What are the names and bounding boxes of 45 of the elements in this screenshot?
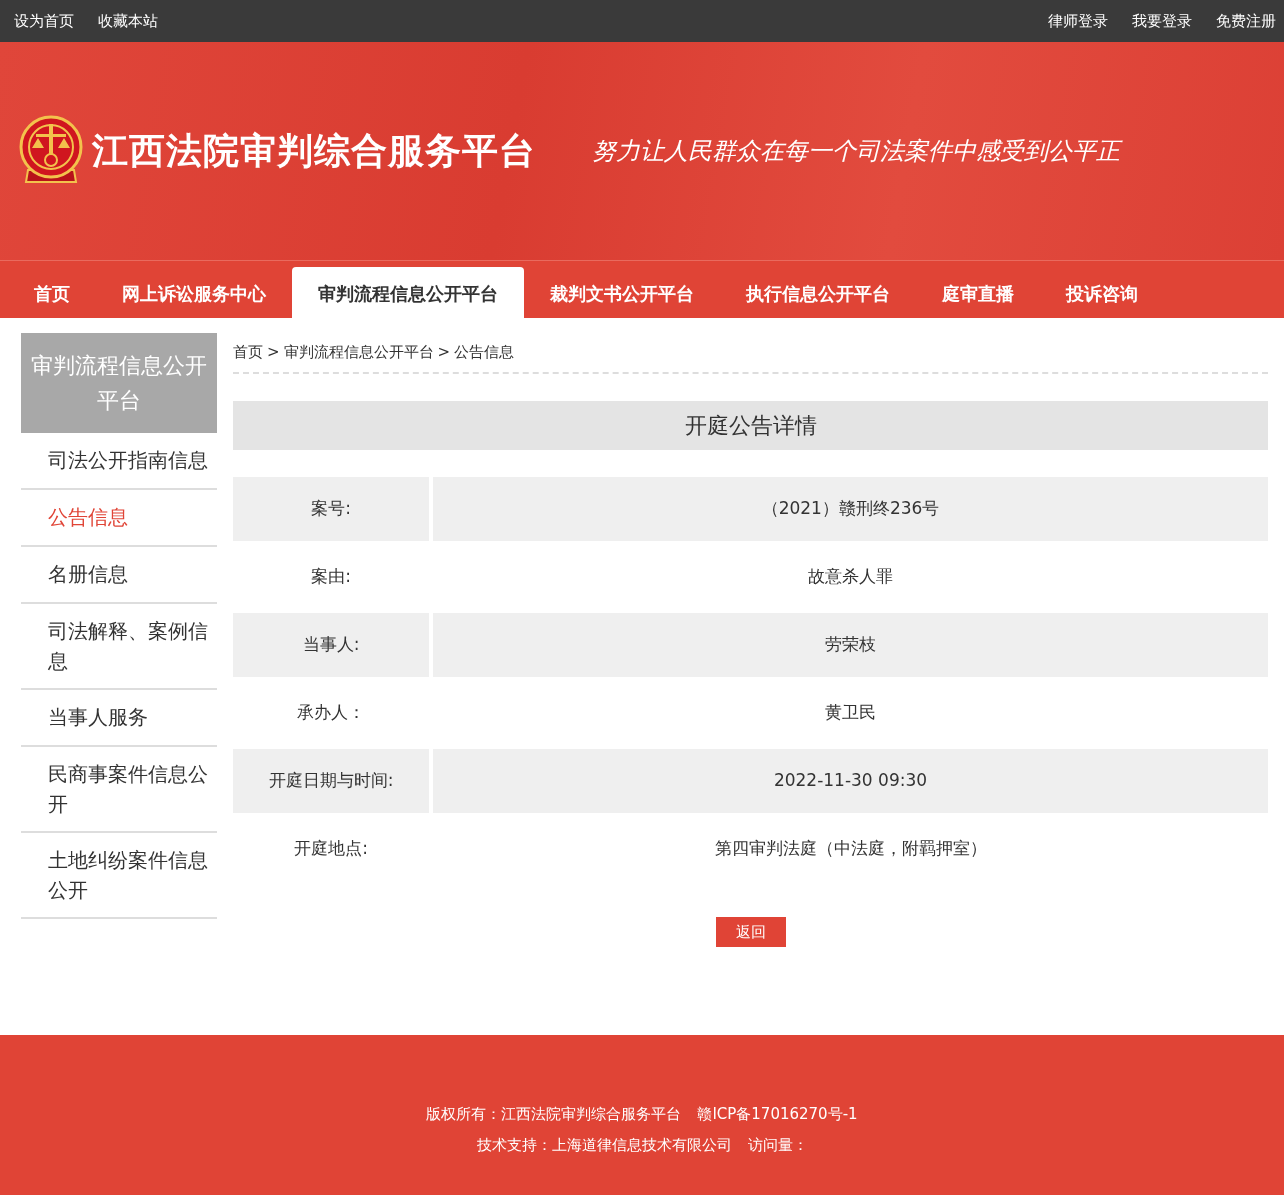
nav-tab[interactable]: 庭审直播 [916, 267, 1040, 319]
top-link[interactable]: 我要登录 [1132, 9, 1192, 33]
field-value: 劳荣枝 [433, 612, 1268, 677]
field-label: 当事人: [233, 612, 429, 677]
field-value: 黄卫民 [824, 700, 877, 724]
top-link[interactable]: 收藏本站 [98, 9, 158, 33]
footer-text: 赣ICP备17016270号-1 [697, 1104, 858, 1125]
footer-text: 版权所有：江西法院审判综合服务平台 [426, 1104, 682, 1125]
field-label: 案号: [233, 476, 429, 541]
field-label: 开庭地点: [293, 836, 369, 860]
breadcrumb-link[interactable]: 首页 [233, 341, 263, 364]
top-link[interactable]: 免费注册 [1216, 9, 1276, 33]
field-label: 案由: [310, 564, 352, 588]
site-title: 江西法院审判综合服务平台 [92, 129, 536, 173]
field-label: 承办人： [296, 700, 366, 724]
breadcrumb-link[interactable]: 审判流程信息公开平台 [283, 341, 434, 364]
footer-text: 访问量： [747, 1134, 808, 1156]
slogan-text: 努力让人民群众在每一个司法案件中感受到公平正 [592, 133, 1284, 169]
sidebar-title: 审判流程信息公开平台 [21, 333, 217, 434]
nav-tab[interactable]: 裁判文书公开平台 [524, 267, 720, 319]
field-value: 2022-11-30 09:30 [433, 748, 1268, 813]
breadcrumb-separator: > [267, 342, 280, 363]
nav-tab[interactable]: 投诉咨询 [1040, 267, 1164, 319]
sidebar-item[interactable]: 司法解释、案例信息 [21, 604, 217, 691]
top-link[interactable]: 律师登录 [1048, 9, 1108, 33]
sidebar-item[interactable]: 当事人服务 [21, 690, 217, 748]
sidebar-item[interactable]: 司法公开指南信息 [21, 433, 217, 491]
back-button[interactable]: 返回 [715, 916, 786, 947]
detail-title: 开庭公告详情 [233, 400, 1268, 450]
sidebar-item[interactable]: 名册信息 [21, 547, 217, 605]
field-value: 第四审判法庭（中法庭，附羁押室） [713, 836, 988, 860]
field-value: （2021）赣刑终236号 [433, 476, 1268, 541]
nav-tab[interactable]: 网上诉讼服务中心 [96, 267, 292, 319]
sidebar-item[interactable]: 民商事案件信息公开 [21, 747, 217, 834]
top-link[interactable]: 设为首页 [14, 9, 74, 33]
footer-text: 技术支持：上海道律信息技术有限公司 [476, 1134, 732, 1156]
breadcrumb-link[interactable]: 公告信息 [454, 341, 515, 364]
sidebar-item[interactable]: 土地纠纷案件信息公开 [21, 833, 217, 920]
field-label: 开庭日期与时间: [233, 748, 429, 813]
nav-tab[interactable]: 审判流程信息公开平台 [292, 267, 524, 319]
sidebar-item[interactable]: 公告信息 [21, 490, 217, 548]
nav-tab[interactable]: 首页 [8, 267, 96, 319]
nav-tab[interactable]: 执行信息公开平台 [720, 267, 916, 319]
breadcrumb-separator: > [437, 342, 451, 363]
field-value: 故意杀人罪 [807, 564, 894, 588]
